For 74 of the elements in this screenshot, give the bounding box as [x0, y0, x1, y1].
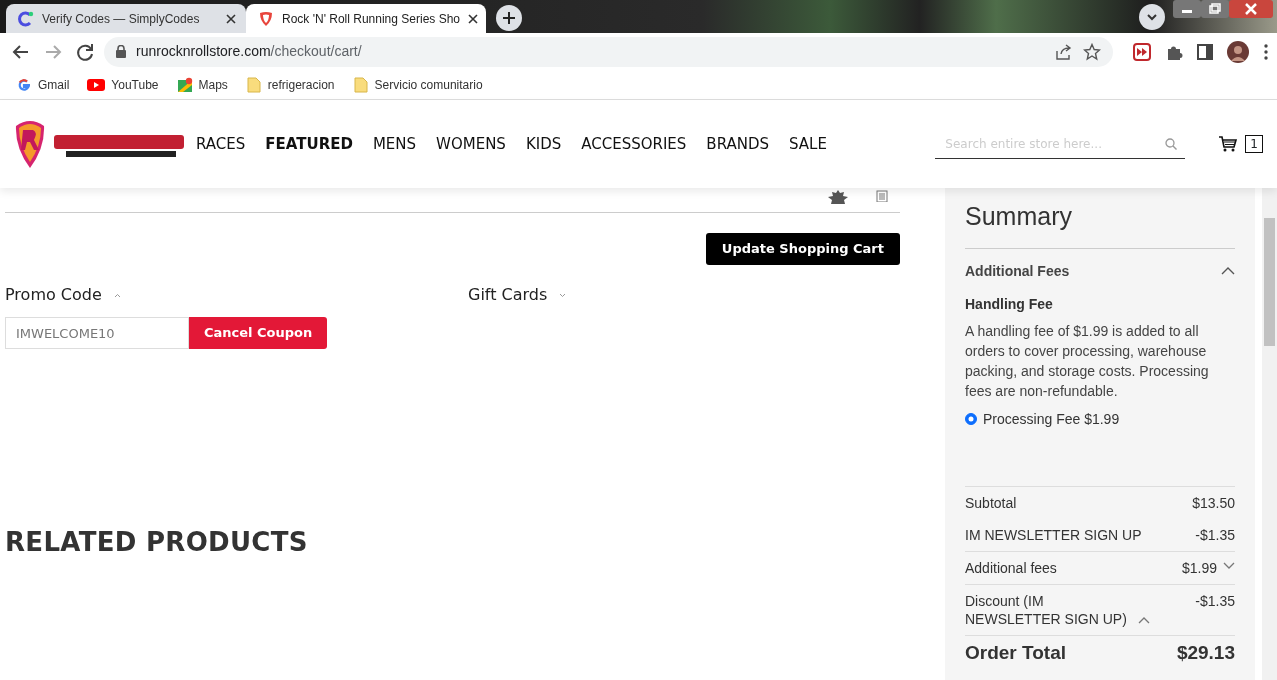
- bookmark[interactable]: refrigeracion: [245, 75, 335, 94]
- section-heading: RELATED PRODUCTS: [5, 526, 308, 559]
- bookmark[interactable]: Servicio comunitario: [352, 75, 483, 94]
- radio-button[interactable]: [965, 413, 977, 425]
- chevron-up-icon[interactable]: [1138, 616, 1150, 624]
- address-bar[interactable]: runrocknrollstore.com/checkout/cart/: [104, 36, 1113, 67]
- folder-icon: [352, 76, 369, 93]
- summary-value: $13.50: [1192, 493, 1235, 512]
- summary-label: Discount (IM NEWSLETTER SIGN UP): [965, 591, 1128, 628]
- nav-link[interactable]: SALE: [789, 132, 827, 156]
- nav-link[interactable]: KIDS: [525, 132, 562, 156]
- summary-value: $1.99: [1181, 558, 1217, 577]
- nav-link[interactable]: ACCESSORIES: [581, 132, 687, 156]
- bookmark[interactable]: Maps: [176, 75, 228, 94]
- order-total-value: $29.13: [1176, 641, 1235, 664]
- summary-label: Additional fees: [965, 558, 1057, 577]
- nav-link[interactable]: WOMENS: [436, 132, 506, 156]
- summary-label: IM NEWSLETTER SIGN UP: [965, 525, 1142, 544]
- nav-link[interactable]: FEATURED: [265, 132, 353, 156]
- summary-title: Summary: [965, 198, 1235, 249]
- section-toggle[interactable]: Gift Cards: [468, 283, 548, 307]
- url-text: runrocknrollstore.com/checkout/cart/: [136, 42, 362, 61]
- chevron-up-icon[interactable]: [113, 292, 121, 298]
- rock-n-roll-logo[interactable]: [14, 118, 186, 170]
- lock-icon: [116, 45, 126, 58]
- bookmark-label: Gmail: [38, 76, 70, 94]
- nav-link[interactable]: BRANDS: [706, 132, 770, 156]
- menu-icon[interactable]: [1263, 42, 1269, 61]
- close-icon[interactable]: [468, 13, 478, 24]
- fee-title: Handling Fee: [965, 294, 1054, 314]
- fast-forward-icon[interactable]: [1133, 42, 1151, 61]
- bookmark-label: Maps: [198, 76, 228, 94]
- cart-count: 1: [1245, 135, 1263, 153]
- side-panel-icon[interactable]: [1197, 43, 1213, 60]
- section-toggle[interactable]: Additional Fees: [965, 260, 1070, 282]
- scrollbar-thumb[interactable]: [1264, 218, 1275, 346]
- bookmark-label: refrigeracion: [267, 76, 335, 94]
- summary-value: -$1.35: [1195, 525, 1235, 544]
- nav-link[interactable]: RACES: [196, 132, 246, 156]
- browser-tab[interactable]: Rock 'N' Roll Running Series Sho: [246, 4, 486, 33]
- cancel-coupon-button[interactable]: Cancel Coupon: [189, 317, 328, 349]
- cart-icon[interactable]: [1219, 136, 1238, 152]
- bookmark-label: YouTube: [111, 76, 159, 94]
- update-cart-button[interactable]: Update Shopping Cart: [705, 233, 900, 265]
- folder-icon: [245, 76, 262, 93]
- play-icon: [87, 76, 106, 93]
- c-logo-icon: [18, 10, 34, 27]
- tab-title: Verify Codes — SimplyCodes: [42, 10, 201, 28]
- nav-link[interactable]: MENS: [372, 132, 417, 156]
- bookmark[interactable]: YouTube: [87, 75, 159, 94]
- avatar-icon[interactable]: [1227, 40, 1249, 63]
- map-pin-icon: [176, 76, 193, 93]
- radio-option[interactable]: Processing Fee $1.99: [965, 408, 1235, 430]
- summary-label: Subtotal: [965, 493, 1017, 512]
- bookmark[interactable]: Gmail: [16, 75, 70, 94]
- bookmark-label: Servicio comunitario: [374, 76, 483, 94]
- option-label: Processing Fee $1.99: [983, 409, 1120, 429]
- google-icon: [16, 76, 32, 93]
- restore-icon[interactable]: [1201, 0, 1229, 18]
- star-icon[interactable]: [1083, 42, 1101, 61]
- minimize-icon[interactable]: [1173, 0, 1201, 18]
- summary-value: -$1.35: [1195, 591, 1235, 610]
- chevron-up-icon[interactable]: [1221, 267, 1235, 275]
- search-icon[interactable]: [1165, 137, 1178, 150]
- fee-description: A handling fee of $1.99 is added to all orders to cover processing, warehouse packing, and storage costs. Processing fees are non-refundable.: [965, 321, 1210, 401]
- plus-icon[interactable]: [496, 5, 522, 31]
- close-icon[interactable]: [226, 13, 236, 24]
- chevron-down-icon[interactable]: [1139, 4, 1165, 30]
- share-icon[interactable]: [1055, 42, 1073, 61]
- order-total-label: Order Total: [965, 641, 1066, 664]
- trash-icon[interactable]: [876, 190, 888, 202]
- tab-title: Rock 'N' Roll Running Series Sho: [282, 10, 460, 28]
- browser-tab[interactable]: Verify Codes — SimplyCodes: [6, 4, 246, 33]
- section-toggle[interactable]: Promo Code: [5, 283, 102, 307]
